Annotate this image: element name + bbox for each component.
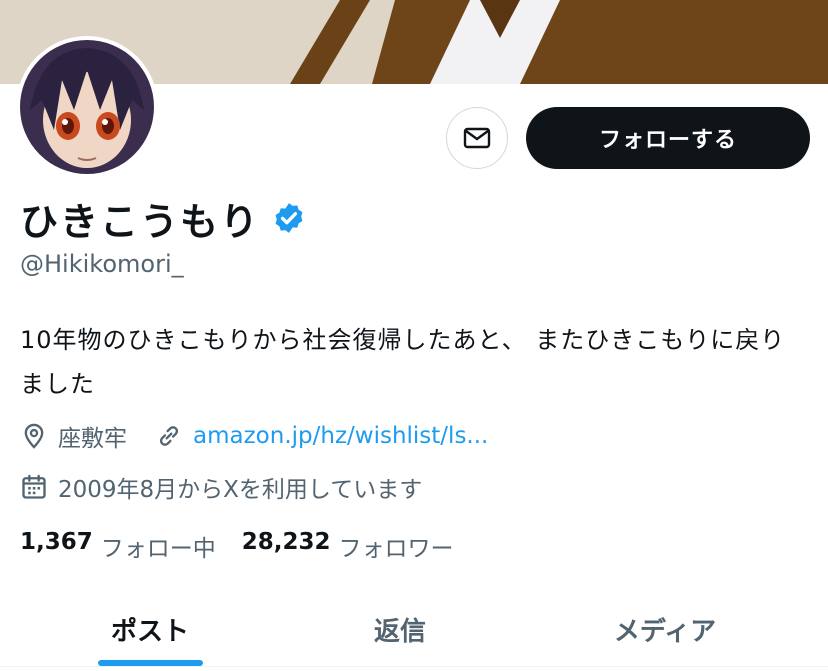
tab-media[interactable]: メディア xyxy=(565,592,765,666)
tabs-divider xyxy=(0,666,828,667)
followers-count: 28,232 xyxy=(241,529,331,555)
following-link[interactable]: 1,367 フォロー中 xyxy=(20,529,242,563)
follow-stats: 1,367 フォロー中 28,232 フォロワー xyxy=(20,528,480,564)
calendar-icon xyxy=(20,473,48,501)
profile-meta-row: 座敷牢 amazon.jp/hz/wishlist/ls... xyxy=(20,419,488,453)
follow-button-label: フォローする xyxy=(598,128,737,153)
handle: @Hikikomori_ xyxy=(20,250,184,278)
follow-button[interactable]: フォローする xyxy=(526,107,810,169)
link-icon xyxy=(155,422,183,450)
tab-replies[interactable]: 返信 xyxy=(300,592,500,666)
message-button[interactable] xyxy=(446,107,508,169)
profile-tabs: ポスト 返信 メディア xyxy=(0,592,828,666)
verified-badge-icon[interactable] xyxy=(272,201,306,235)
tab-replies-label: 返信 xyxy=(373,616,426,647)
avatar[interactable] xyxy=(20,40,154,174)
location-pin-icon xyxy=(20,422,48,450)
followers-label: フォロワー xyxy=(338,536,454,562)
location-text: 座敷牢 xyxy=(58,426,127,452)
following-label: フォロー中 xyxy=(100,536,216,562)
following-count: 1,367 xyxy=(20,529,93,555)
tab-posts-label: ポスト xyxy=(110,616,189,647)
envelope-icon xyxy=(463,127,491,149)
display-name-row: ひきこうもり xyxy=(20,190,306,246)
website-link[interactable]: amazon.jp/hz/wishlist/ls... xyxy=(193,423,488,449)
tab-media-label: メディア xyxy=(613,616,717,647)
tab-posts[interactable]: ポスト xyxy=(50,592,250,666)
followers-link[interactable]: 28,232 フォロワー xyxy=(242,529,480,563)
display-name: ひきこうもり xyxy=(20,199,261,244)
join-date-row: 2009年8月からXを利用しています xyxy=(20,470,422,504)
join-date-text: 2009年8月からXを利用しています xyxy=(58,477,423,503)
bio: 10年物のひきこもりから社会復帰したあと、 またひきこもりに戻りました xyxy=(20,326,786,398)
